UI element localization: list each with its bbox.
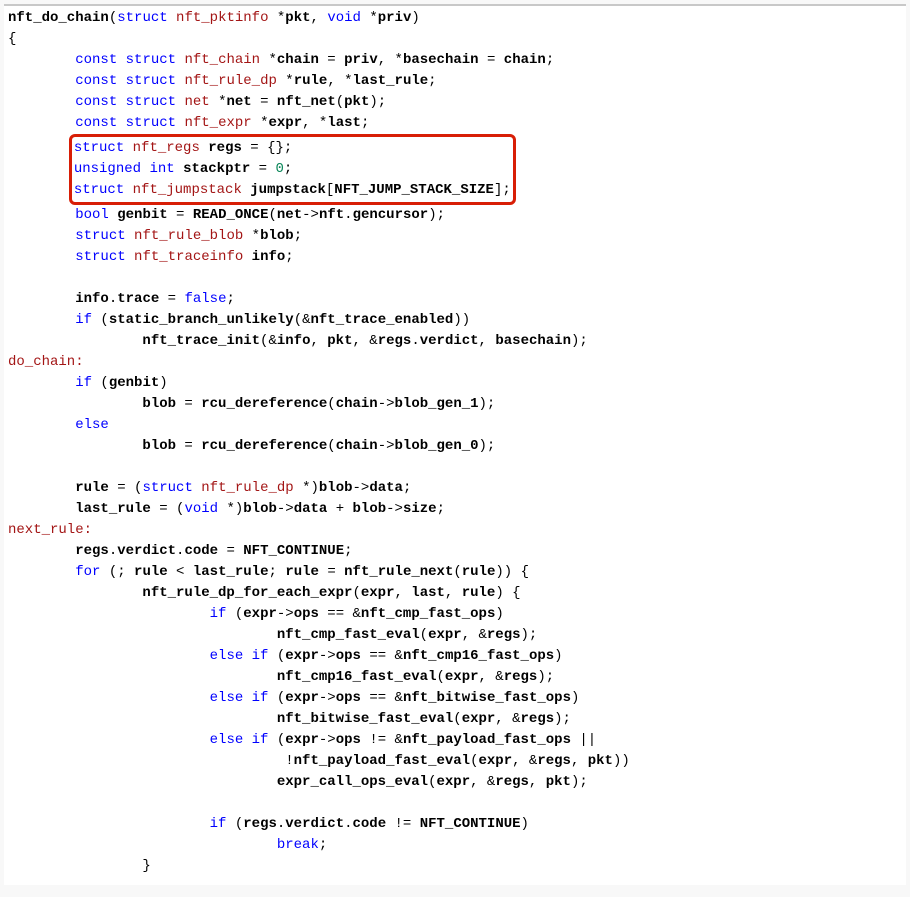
code-line: break; xyxy=(8,835,902,856)
code-line: rule = (struct nft_rule_dp *)blob->data; xyxy=(8,478,902,499)
code-line: unsigned int stackptr = 0; xyxy=(74,159,511,180)
code-line: { xyxy=(8,29,902,50)
code-line: const struct nft_expr *expr, *last; xyxy=(8,113,902,134)
code-line: regs.verdict.code = NFT_CONTINUE; xyxy=(8,541,902,562)
code-line: nft_bitwise_fast_eval(expr, &regs); xyxy=(8,709,902,730)
code-line xyxy=(8,268,902,289)
code-line: const struct net *net = nft_net(pkt); xyxy=(8,92,902,113)
code-line: nft_rule_dp_for_each_expr(expr, last, ru… xyxy=(8,583,902,604)
code-line: info.trace = false; xyxy=(8,289,902,310)
highlighted-lines-wrapper: struct nft_regs regs = {}; unsigned int … xyxy=(8,134,902,205)
code-block: nft_do_chain(struct nft_pktinfo *pkt, vo… xyxy=(4,4,906,885)
code-line: for (; rule < last_rule; rule = nft_rule… xyxy=(8,562,902,583)
code-line xyxy=(8,457,902,478)
code-line: nft_trace_init(&info, pkt, &regs.verdict… xyxy=(8,331,902,352)
code-line: struct nft_rule_blob *blob; xyxy=(8,226,902,247)
code-line: else if (expr->ops != &nft_payload_fast_… xyxy=(8,730,902,751)
highlight-box: struct nft_regs regs = {}; unsigned int … xyxy=(69,134,516,205)
code-line: else xyxy=(8,415,902,436)
code-line: nft_cmp_fast_eval(expr, &regs); xyxy=(8,625,902,646)
code-line: if (static_branch_unlikely(&nft_trace_en… xyxy=(8,310,902,331)
code-line: bool genbit = READ_ONCE(net->nft.gencurs… xyxy=(8,205,902,226)
code-line: nft_cmp16_fast_eval(expr, &regs); xyxy=(8,667,902,688)
code-line: struct nft_traceinfo info; xyxy=(8,247,902,268)
code-line: nft_do_chain(struct nft_pktinfo *pkt, vo… xyxy=(8,8,902,29)
code-line: else if (expr->ops == &nft_bitwise_fast_… xyxy=(8,688,902,709)
code-line: if (genbit) xyxy=(8,373,902,394)
code-line: else if (expr->ops == &nft_cmp16_fast_op… xyxy=(8,646,902,667)
code-line: if (expr->ops == &nft_cmp_fast_ops) xyxy=(8,604,902,625)
label-next-rule: next_rule: xyxy=(8,520,902,541)
code-line: blob = rcu_dereference(chain->blob_gen_1… xyxy=(8,394,902,415)
function-name: nft_do_chain xyxy=(8,10,109,26)
code-line: struct nft_regs regs = {}; xyxy=(74,138,511,159)
code-line: const struct nft_chain *chain = priv, *b… xyxy=(8,50,902,71)
code-line: last_rule = (void *)blob->data + blob->s… xyxy=(8,499,902,520)
code-line xyxy=(8,793,902,814)
code-line: expr_call_ops_eval(expr, &regs, pkt); xyxy=(8,772,902,793)
label-do-chain: do_chain: xyxy=(8,352,902,373)
code-line: } xyxy=(8,856,902,877)
code-line: if (regs.verdict.code != NFT_CONTINUE) xyxy=(8,814,902,835)
code-line: const struct nft_rule_dp *rule, *last_ru… xyxy=(8,71,902,92)
code-line: blob = rcu_dereference(chain->blob_gen_0… xyxy=(8,436,902,457)
code-line: !nft_payload_fast_eval(expr, &regs, pkt)… xyxy=(8,751,902,772)
code-line: struct nft_jumpstack jumpstack[NFT_JUMP_… xyxy=(74,180,511,201)
